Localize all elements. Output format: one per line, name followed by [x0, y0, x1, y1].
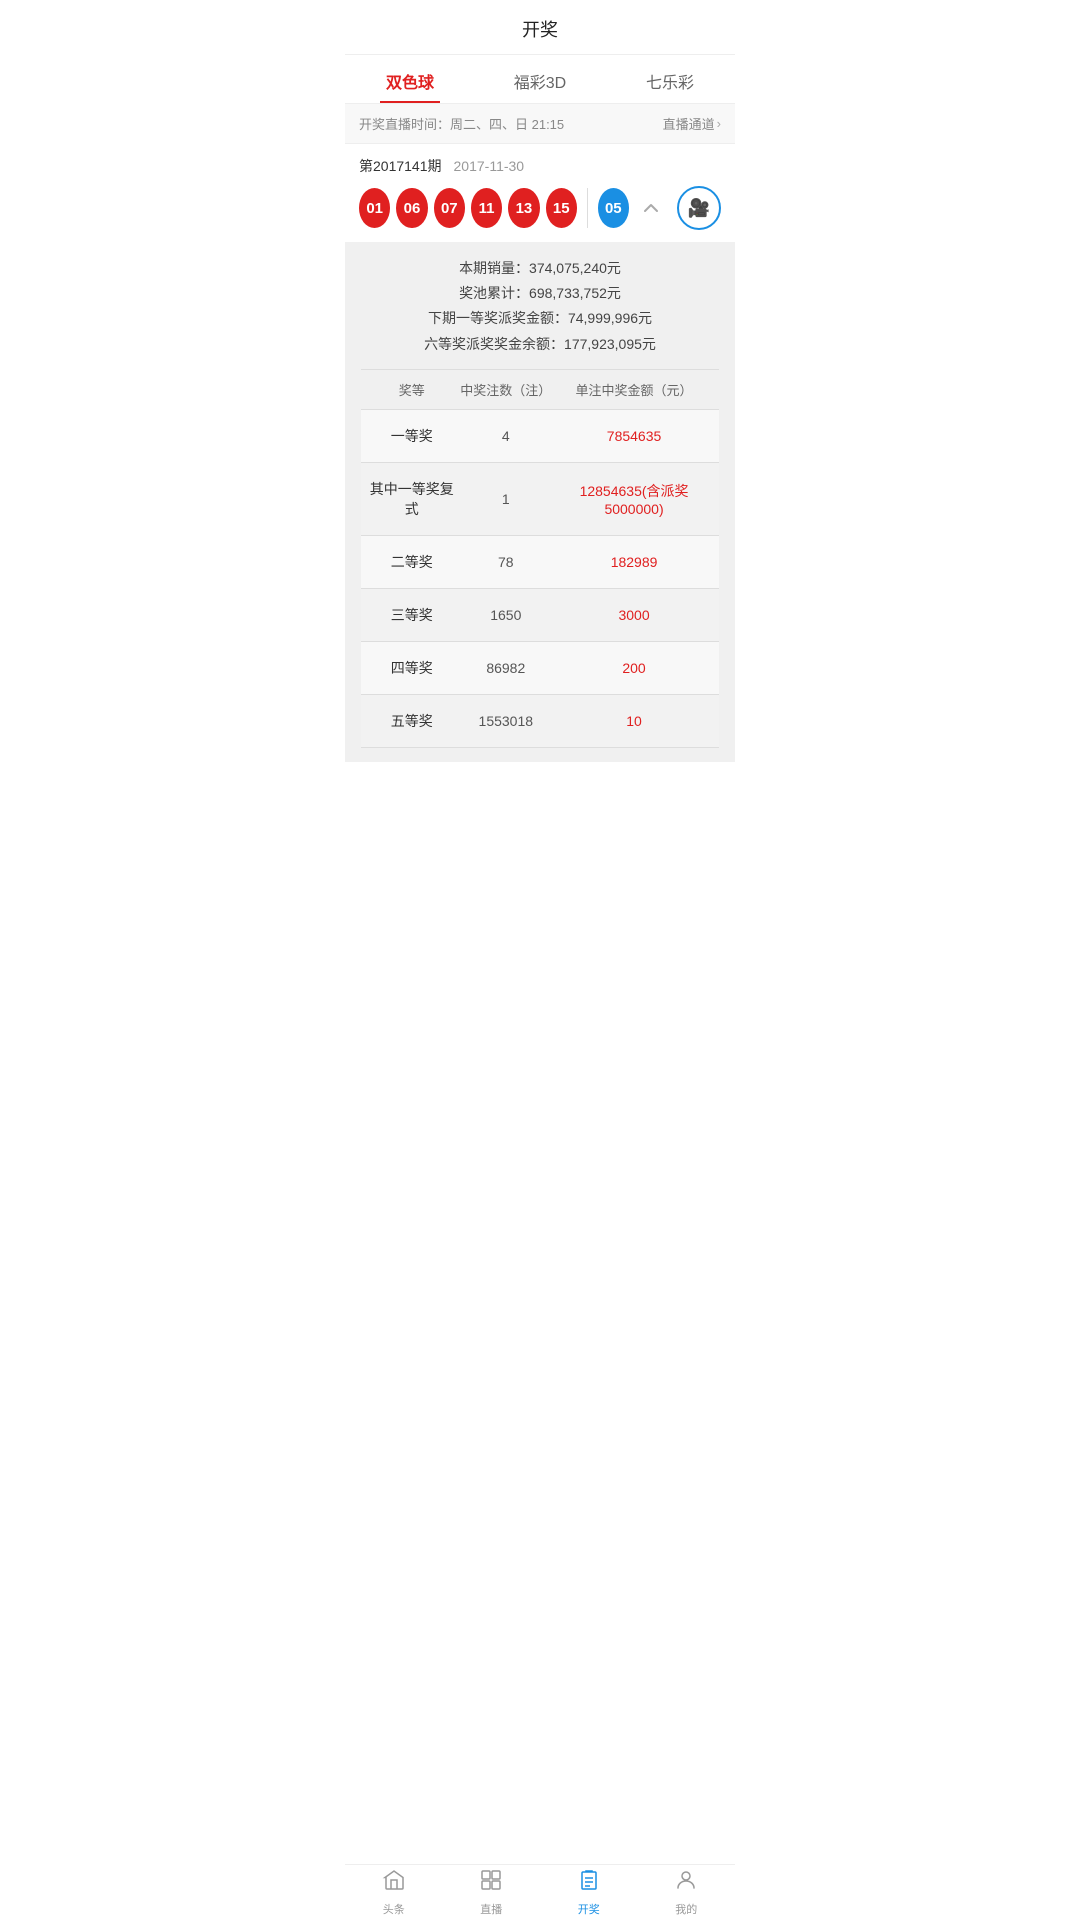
tab-qilecai[interactable]: 七乐彩 [605, 55, 735, 103]
table-row: 二等奖 78 182989 [361, 536, 719, 589]
clipboard-icon [577, 1868, 601, 1898]
page-title: 开奖 [522, 20, 558, 40]
prize-amount: 200 [557, 660, 711, 676]
col-count: 中奖注数（注） [455, 380, 558, 399]
table-row: 三等奖 1650 3000 [361, 589, 719, 642]
bottom-nav: 头条 直播 开奖 [345, 1864, 735, 1920]
tab-bar: 双色球 福彩3D 七乐彩 [345, 55, 735, 104]
prize-amount: 3000 [557, 607, 711, 623]
nav-item-live[interactable]: 直播 [443, 1865, 541, 1920]
home-icon [382, 1868, 406, 1898]
prize-table: 奖等 中奖注数（注） 单注中奖金额（元） 一等奖 4 7854635 其中一等奖… [361, 369, 719, 748]
red-ball-5: 13 [508, 188, 539, 228]
tab-fucai3d[interactable]: 福彩3D [475, 55, 605, 103]
nav-label-lottery: 开奖 [578, 1901, 600, 1917]
prize-amount: 182989 [557, 554, 711, 570]
red-ball-3: 07 [434, 188, 465, 228]
balls-row: 01 06 07 11 13 15 05 🎥 [359, 186, 721, 242]
table-row: 四等奖 86982 200 [361, 642, 719, 695]
prize-level: 四等奖 [369, 658, 455, 678]
video-icon: 🎥 [688, 198, 710, 219]
broadcast-time: 开奖直播时间：周二、四、日 21:15 [359, 114, 564, 133]
red-ball-2: 06 [396, 188, 427, 228]
person-icon [674, 1868, 698, 1898]
prize-level: 五等奖 [369, 711, 455, 731]
sales-stat: 本期销量：374,075,240元 [361, 256, 719, 281]
sixth-remain-stat: 六等奖派奖奖金余额：177,923,095元 [361, 332, 719, 357]
broadcast-bar: 开奖直播时间：周二、四、日 21:15 直播通道 › [345, 104, 735, 144]
table-row: 一等奖 4 7854635 [361, 410, 719, 463]
detail-panel: 本期销量：374,075,240元 奖池累计：698,733,752元 下期一等… [345, 242, 735, 762]
table-row: 五等奖 1553018 10 [361, 695, 719, 748]
nav-item-news[interactable]: 头条 [345, 1865, 443, 1920]
col-level: 奖等 [369, 380, 455, 399]
prize-rows: 一等奖 4 7854635 其中一等奖复式 1 12854635(含派奖5000… [361, 410, 719, 748]
table-row: 其中一等奖复式 1 12854635(含派奖5000000) [361, 463, 719, 536]
video-button[interactable]: 🎥 [677, 186, 721, 230]
detail-stats: 本期销量：374,075,240元 奖池累计：698,733,752元 下期一等… [361, 256, 719, 357]
prize-level: 三等奖 [369, 605, 455, 625]
pool-stat: 奖池累计：698,733,752元 [361, 281, 719, 306]
controls: 🎥 [635, 186, 721, 230]
issue-number: 第2017141期 [359, 156, 442, 176]
tab-shuangseqiu[interactable]: 双色球 [345, 55, 475, 103]
prize-count: 1 [455, 491, 558, 507]
nav-item-mine[interactable]: 我的 [638, 1865, 736, 1920]
nav-item-lottery[interactable]: 开奖 [540, 1865, 638, 1920]
nav-label-live: 直播 [480, 1901, 502, 1917]
nav-label-news: 头条 [383, 1901, 405, 1917]
blue-ball: 05 [598, 188, 629, 228]
prize-level: 其中一等奖复式 [369, 479, 455, 519]
prize-count: 1553018 [455, 713, 558, 729]
page-header: 开奖 [345, 0, 735, 55]
next-first-stat: 下期一等奖派奖金额：74,999,996元 [361, 306, 719, 331]
issue-info: 第2017141期 2017-11-30 [359, 156, 721, 176]
grid-icon [479, 1868, 503, 1898]
nav-label-mine: 我的 [675, 1901, 697, 1917]
red-ball-6: 15 [546, 188, 577, 228]
broadcast-link[interactable]: 直播通道 › [663, 114, 721, 133]
collapse-button[interactable] [635, 192, 667, 224]
issue-date: 2017-11-30 [454, 158, 525, 174]
prize-level: 一等奖 [369, 426, 455, 446]
prize-count: 4 [455, 428, 558, 444]
issue-section: 第2017141期 2017-11-30 01 06 07 11 13 15 0… [345, 144, 735, 242]
prize-count: 78 [455, 554, 558, 570]
red-ball-1: 01 [359, 188, 390, 228]
prize-amount: 12854635(含派奖5000000) [557, 481, 711, 517]
chevron-right-icon: › [717, 116, 721, 131]
ball-divider [587, 188, 588, 228]
prize-amount: 7854635 [557, 428, 711, 444]
prize-count: 86982 [455, 660, 558, 676]
red-ball-4: 11 [471, 188, 502, 228]
table-header: 奖等 中奖注数（注） 单注中奖金额（元） [361, 369, 719, 410]
prize-count: 1650 [455, 607, 558, 623]
prize-level: 二等奖 [369, 552, 455, 572]
col-amount: 单注中奖金额（元） [557, 380, 711, 399]
prize-amount: 10 [557, 713, 711, 729]
